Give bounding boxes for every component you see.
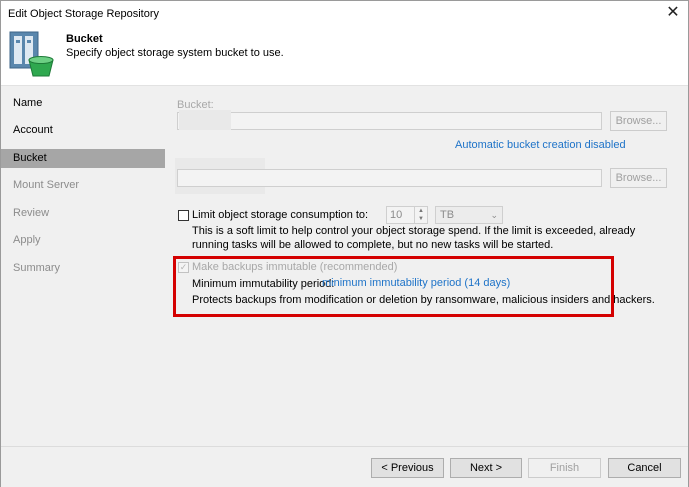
limit-unit: TB xyxy=(440,209,455,221)
wizard-steps-sidebar: Name Account Bucket Mount Server Review … xyxy=(1,85,167,447)
close-icon[interactable]: ✕ xyxy=(664,3,682,23)
sidebar-item-bucket[interactable]: Bucket xyxy=(1,149,165,168)
sidebar-item-account[interactable]: Account xyxy=(1,121,165,140)
previous-button[interactable]: < Previous xyxy=(371,458,444,478)
folder-browse-button[interactable]: Browse... xyxy=(610,168,667,188)
title-bar: Edit Object Storage Repository ✕ xyxy=(1,1,688,27)
limit-consumption-label: Limit object storage consumption to: xyxy=(192,209,369,221)
limit-unit-select[interactable]: TB ⌄ xyxy=(435,206,503,224)
folder-field[interactable] xyxy=(177,169,602,187)
sidebar-item-mount-server: Mount Server xyxy=(13,179,80,191)
sidebar-item-review: Review xyxy=(13,207,50,219)
highlight-box xyxy=(173,256,614,317)
page-title: Bucket xyxy=(66,33,103,45)
edit-object-storage-repository-window: Edit Object Storage Repository ✕ Bucket … xyxy=(0,0,689,487)
redacted-bucket-value xyxy=(179,110,231,130)
object-storage-bucket-icon xyxy=(9,31,54,77)
wizard-header: Bucket Specify object storage system buc… xyxy=(1,27,688,85)
automatic-bucket-creation-link[interactable]: Automatic bucket creation disabled xyxy=(455,139,626,151)
wizard-footer: < Previous Next > Finish Cancel xyxy=(1,446,688,487)
sidebar-item-apply: Apply xyxy=(13,234,41,246)
sidebar-item-name[interactable]: Name xyxy=(1,94,165,113)
page-subtitle: Specify object storage system bucket to … xyxy=(66,47,284,59)
sidebar-item-summary: Summary xyxy=(13,262,61,274)
bucket-browse-button[interactable]: Browse... xyxy=(610,111,667,131)
limit-description: This is a soft limit to help control you… xyxy=(192,225,636,251)
chevron-down-icon: ⌄ xyxy=(490,210,498,220)
limit-value-stepper[interactable]: 10 ▲ ▼ xyxy=(386,206,428,224)
limit-value: 10 xyxy=(390,209,403,221)
limit-consumption-checkbox[interactable] xyxy=(178,210,189,221)
cancel-button[interactable]: Cancel xyxy=(608,458,681,478)
finish-button[interactable]: Finish xyxy=(528,458,601,478)
bucket-field[interactable] xyxy=(177,112,602,130)
stepper-arrows-icon[interactable]: ▲ ▼ xyxy=(414,207,427,223)
next-button[interactable]: Next > xyxy=(450,458,522,478)
window-title: Edit Object Storage Repository xyxy=(8,8,160,20)
